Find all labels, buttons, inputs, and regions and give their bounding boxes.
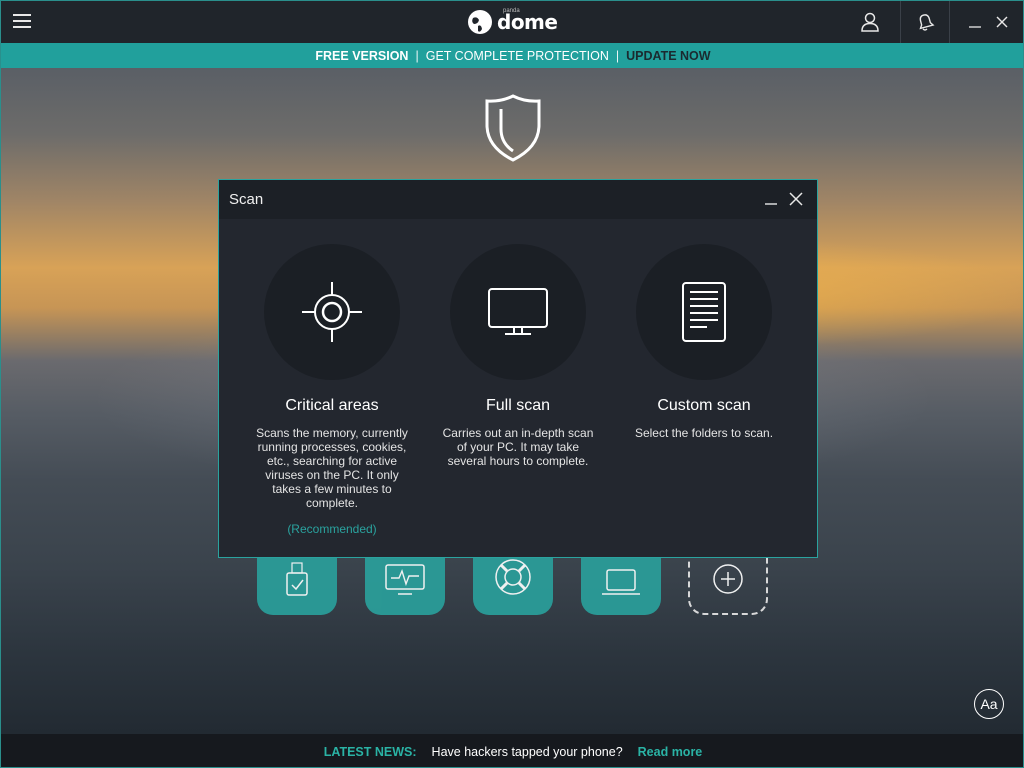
promo-separator: | [615, 48, 620, 63]
usb-icon [286, 562, 308, 596]
option-description: Scans the memory, currently running proc… [256, 426, 408, 510]
option-icon-circle [636, 244, 772, 380]
user-icon [861, 12, 879, 32]
laptop-icon [602, 569, 640, 595]
app-logo: panda dome [467, 8, 558, 35]
promo-separator: | [415, 48, 419, 63]
option-icon-circle [450, 244, 586, 380]
free-version-label: FREE VERSION [315, 48, 409, 63]
add-icon [713, 564, 743, 594]
dialog-title: Scan [229, 191, 264, 208]
document-icon [682, 282, 726, 342]
promo-bar: FREE VERSION | GET COMPLETE PROTECTION |… [1, 43, 1023, 68]
account-button[interactable] [845, 1, 895, 43]
logo-subtext: panda [503, 8, 520, 14]
notifications-button[interactable] [900, 1, 950, 43]
latest-news-label: LATEST NEWS: [323, 744, 417, 759]
news-bar: LATEST NEWS: Have hackers tapped your ph… [1, 734, 1023, 767]
dialog-minimize-icon[interactable] [763, 190, 779, 208]
app-window: panda dome FREE VERSION | GET COMPLETE P… [0, 0, 1024, 768]
custom-scan-option[interactable]: Custom scan Select the folders to scan. [619, 244, 789, 440]
lifebuoy-icon [495, 559, 531, 595]
bell-icon [919, 14, 935, 31]
monitor-icon [488, 288, 548, 335]
titlebar-divider [949, 1, 950, 43]
news-headline[interactable]: Have hackers tapped your phone? [432, 745, 623, 759]
shield-icon[interactable] [483, 93, 543, 163]
update-now-link[interactable]: UPDATE NOW [626, 49, 711, 63]
hamburger-menu-icon[interactable] [13, 14, 31, 30]
close-window-button[interactable] [979, 1, 1023, 43]
option-title: Critical areas [285, 397, 379, 414]
title-bar: panda dome [1, 1, 1023, 43]
scan-dialog: Scan Critical areas Scans the memory, cu… [218, 179, 818, 558]
font-size-button[interactable]: Aa [974, 689, 1004, 719]
recommended-label: (Recommended) [287, 522, 377, 536]
dialog-close-icon[interactable] [787, 190, 805, 208]
option-icon-circle [264, 244, 400, 380]
option-description: Carries out an in-depth scan of your PC.… [442, 426, 594, 468]
option-title: Custom scan [657, 397, 751, 414]
monitor-pulse-icon [385, 564, 425, 595]
get-protection-link[interactable]: GET COMPLETE PROTECTION [426, 49, 609, 63]
read-more-link[interactable]: Read more [638, 745, 703, 759]
close-icon [996, 16, 1008, 28]
option-description: Select the folders to scan. [634, 426, 774, 440]
dialog-header: Scan [219, 180, 817, 219]
option-title: Full scan [485, 397, 551, 414]
crosshair-icon [302, 282, 362, 342]
full-scan-option[interactable]: Full scan Carries out an in-depth scan o… [433, 244, 603, 468]
panda-logo-icon [468, 10, 492, 34]
critical-areas-option[interactable]: Critical areas Scans the memory, current… [247, 244, 417, 536]
